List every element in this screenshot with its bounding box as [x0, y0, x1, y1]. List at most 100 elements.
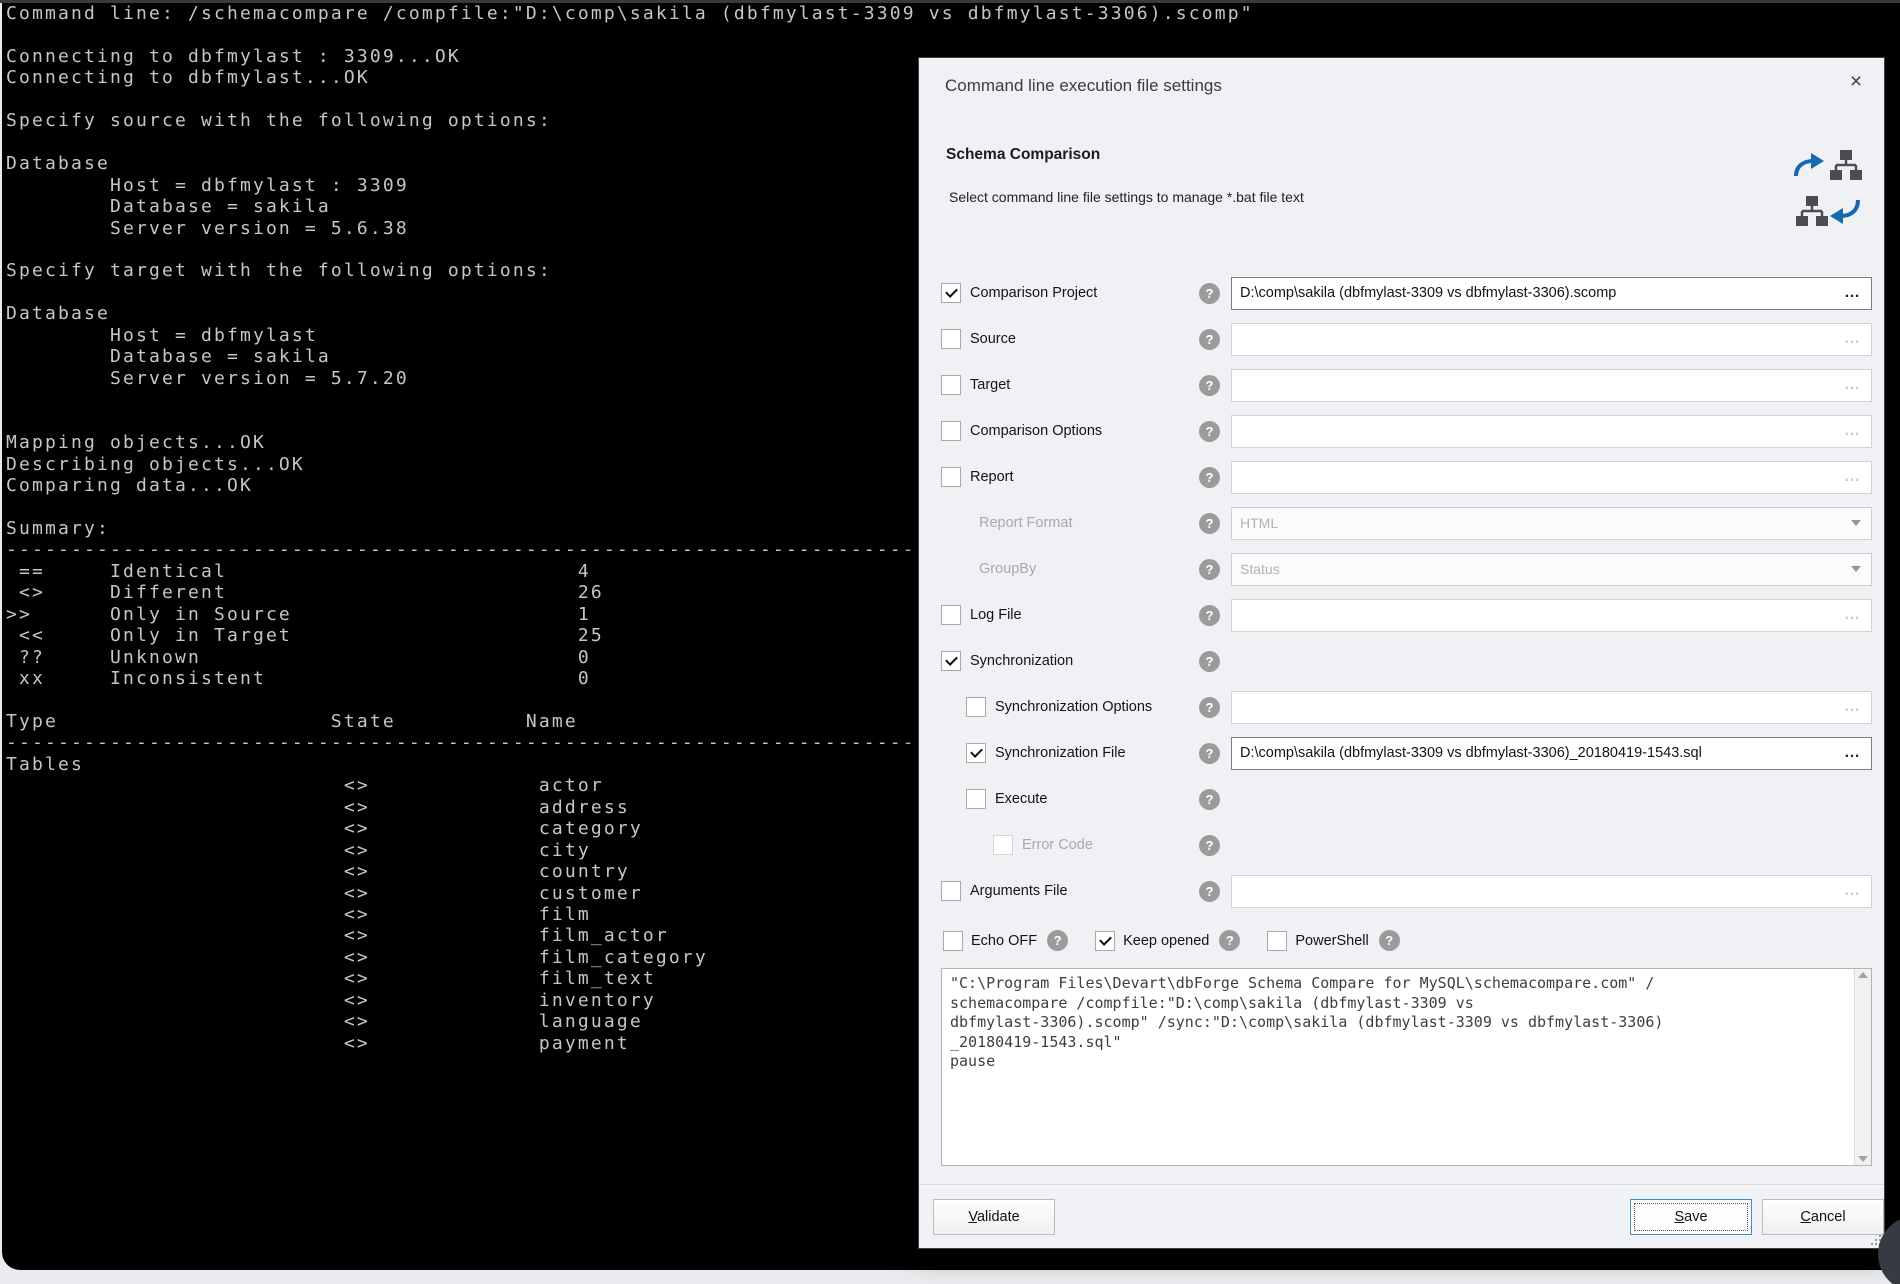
help-icon[interactable]: ? — [1199, 605, 1220, 626]
report-format-select: HTML — [1231, 507, 1872, 540]
row-comparison-options: Comparison Options ? … — [941, 408, 1872, 454]
browse-button: … — [1839, 882, 1866, 900]
help-icon[interactable]: ? — [1047, 930, 1068, 951]
target-checkbox[interactable] — [941, 375, 961, 395]
help-icon[interactable]: ? — [1199, 651, 1220, 672]
help-icon[interactable]: ? — [1199, 283, 1220, 304]
row-synchronization-file: Synchronization File ? … — [941, 730, 1872, 776]
section-subtitle: Select command line file settings to man… — [949, 189, 1304, 205]
comparison-options-label: Comparison Options — [970, 423, 1102, 439]
comparison-options-input — [1240, 423, 1839, 439]
flag-echo-off: Echo OFF ? — [943, 930, 1068, 951]
row-synchronization: Synchronization ? — [941, 638, 1872, 684]
groupby-label: GroupBy — [979, 561, 1036, 577]
synchronization-file-checkbox[interactable] — [966, 743, 986, 763]
help-icon[interactable]: ? — [1199, 329, 1220, 350]
settings-form: Comparison Project ? … Source ? … — [941, 270, 1872, 914]
help-icon[interactable]: ? — [1199, 697, 1220, 718]
synchronization-checkbox[interactable] — [941, 651, 961, 671]
row-target: Target ? … — [941, 362, 1872, 408]
validate-button[interactable]: Validate — [933, 1199, 1055, 1235]
bat-file-preview: "C:\Program Files\Devart\dbForge Schema … — [941, 968, 1872, 1166]
scroll-down-icon[interactable] — [1858, 1156, 1868, 1162]
help-icon[interactable]: ? — [1199, 835, 1220, 856]
report-format-label: Report Format — [979, 515, 1072, 531]
log-file-label: Log File — [970, 607, 1022, 623]
groupby-value: Status — [1240, 561, 1280, 577]
row-log-file: Log File ? … — [941, 592, 1872, 638]
help-icon[interactable]: ? — [1219, 930, 1240, 951]
target-input — [1240, 377, 1839, 393]
row-arguments-file: Arguments File ? … — [941, 868, 1872, 914]
browse-button: … — [1839, 330, 1866, 348]
browse-button: … — [1839, 376, 1866, 394]
close-icon[interactable]: × — [1840, 66, 1872, 98]
report-input — [1240, 469, 1839, 485]
help-icon[interactable]: ? — [1199, 559, 1220, 580]
arguments-file-input — [1240, 883, 1839, 899]
browse-button[interactable]: … — [1839, 284, 1866, 302]
powershell-label: PowerShell — [1295, 933, 1368, 949]
help-icon[interactable]: ? — [1199, 513, 1220, 534]
target-label: Target — [970, 377, 1010, 393]
comparison-project-input[interactable] — [1240, 285, 1839, 301]
flag-keep-opened: Keep opened ? — [1095, 930, 1240, 951]
help-icon[interactable]: ? — [1199, 789, 1220, 810]
dialog-button-bar: Validate Save Cancel — [919, 1184, 1884, 1248]
comparison-project-checkbox[interactable] — [941, 283, 961, 303]
row-error-code: Error Code ? — [941, 822, 1872, 868]
log-file-input — [1240, 607, 1839, 623]
error-code-checkbox — [993, 835, 1013, 855]
row-source: Source ? … — [941, 316, 1872, 362]
flag-powershell: PowerShell ? — [1267, 930, 1399, 951]
command-line-settings-dialog: Command line execution file settings × S… — [918, 57, 1885, 1249]
schema-compare-icon — [1790, 148, 1864, 232]
help-icon[interactable]: ? — [1199, 421, 1220, 442]
help-icon[interactable]: ? — [1199, 743, 1220, 764]
scroll-up-icon[interactable] — [1858, 972, 1868, 978]
chevron-down-icon — [1851, 566, 1861, 572]
cancel-button[interactable]: Cancel — [1762, 1199, 1884, 1235]
row-comparison-project: Comparison Project ? … — [941, 270, 1872, 316]
synchronization-label: Synchronization — [970, 653, 1073, 669]
report-format-value: HTML — [1240, 515, 1278, 531]
browse-button: … — [1839, 606, 1866, 624]
help-icon[interactable]: ? — [1199, 467, 1220, 488]
execute-label: Execute — [995, 791, 1047, 807]
scrollbar[interactable] — [1854, 969, 1871, 1165]
screen: Command line: /schemacompare /compfile:"… — [0, 0, 1900, 1284]
report-checkbox[interactable] — [941, 467, 961, 487]
comparison-options-checkbox[interactable] — [941, 421, 961, 441]
groupby-select: Status — [1231, 553, 1872, 586]
help-icon[interactable]: ? — [1199, 881, 1220, 902]
powershell-checkbox[interactable] — [1267, 931, 1287, 951]
save-button[interactable]: Save — [1630, 1199, 1752, 1235]
source-label: Source — [970, 331, 1016, 347]
browse-button: … — [1839, 698, 1866, 716]
row-execute: Execute ? — [941, 776, 1872, 822]
execute-checkbox[interactable] — [966, 789, 986, 809]
comparison-project-label: Comparison Project — [970, 285, 1097, 301]
dialog-title: Command line execution file settings — [945, 76, 1222, 96]
keep-opened-label: Keep opened — [1123, 933, 1209, 949]
browse-button[interactable]: … — [1839, 744, 1866, 762]
report-label: Report — [970, 469, 1014, 485]
arguments-file-checkbox[interactable] — [941, 881, 961, 901]
arguments-file-label: Arguments File — [970, 883, 1068, 899]
source-checkbox[interactable] — [941, 329, 961, 349]
synchronization-file-input[interactable] — [1240, 745, 1839, 761]
row-synchronization-options: Synchronization Options ? … — [941, 684, 1872, 730]
keep-opened-checkbox[interactable] — [1095, 931, 1115, 951]
help-icon[interactable]: ? — [1199, 375, 1220, 396]
browse-button: … — [1839, 422, 1866, 440]
bat-flags: Echo OFF ? Keep opened ? PowerShell ? — [943, 930, 1427, 951]
row-report: Report ? … — [941, 454, 1872, 500]
browse-button: … — [1839, 468, 1866, 486]
help-icon[interactable]: ? — [1379, 930, 1400, 951]
bat-file-textarea[interactable]: "C:\Program Files\Devart\dbForge Schema … — [942, 969, 1854, 1165]
log-file-checkbox[interactable] — [941, 605, 961, 625]
synchronization-options-input — [1240, 699, 1839, 715]
chevron-down-icon — [1851, 520, 1861, 526]
echo-off-checkbox[interactable] — [943, 931, 963, 951]
synchronization-options-checkbox[interactable] — [966, 697, 986, 717]
